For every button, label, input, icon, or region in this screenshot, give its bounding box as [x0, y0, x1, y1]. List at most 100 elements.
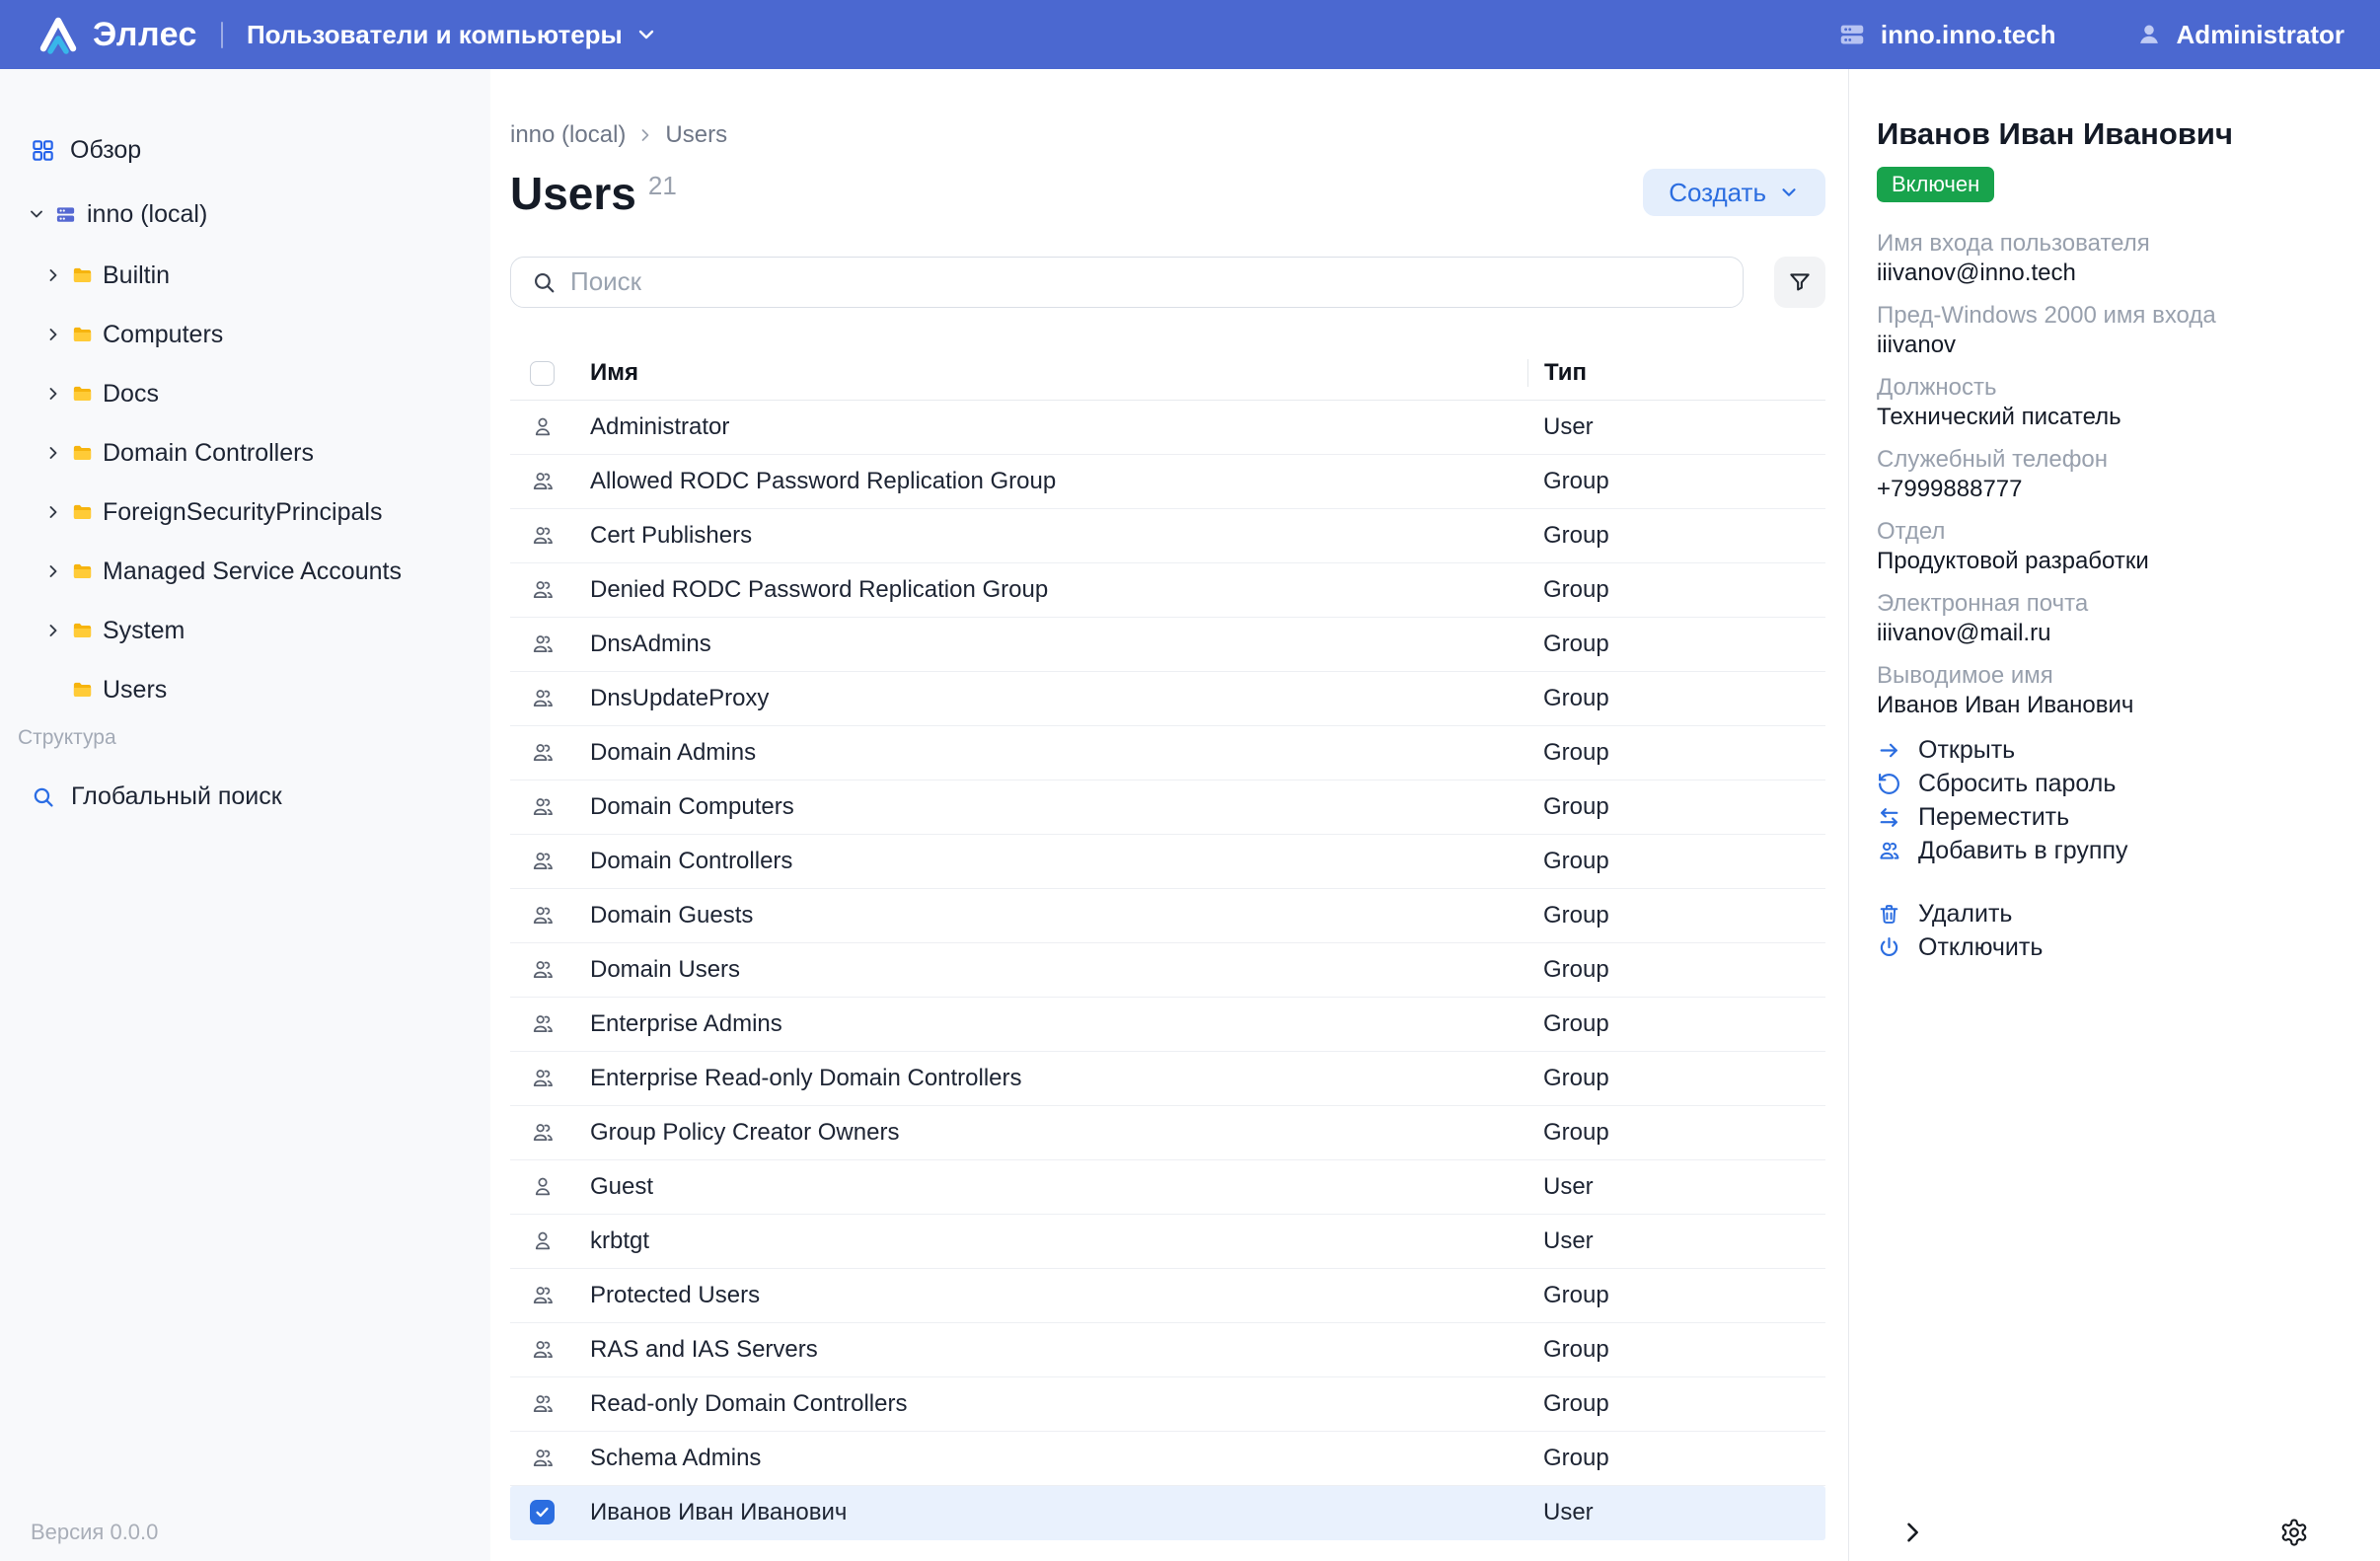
row-type: Group — [1527, 902, 1825, 929]
table-row[interactable]: Domain UsersGroup — [510, 943, 1825, 998]
row-name: Protected Users — [590, 1282, 1527, 1309]
logo-icon — [36, 14, 81, 55]
action-label: Переместить — [1918, 803, 2069, 832]
sidebar: Обзор inno (local) BuiltinComputersDocsD… — [0, 69, 490, 1561]
sidebar-section-label: Структура — [18, 725, 490, 751]
tree-item-domain-controllers[interactable]: Domain Controllers — [0, 423, 490, 483]
group-icon — [530, 1283, 556, 1308]
row-name: Domain Users — [590, 956, 1527, 984]
action-reset-password[interactable]: Сбросить пароль — [1877, 767, 2341, 800]
table-row[interactable]: DnsUpdateProxyGroup — [510, 672, 1825, 726]
row-name: Иванов Иван Иванович — [590, 1499, 1527, 1526]
breadcrumb-item[interactable]: inno (local) — [510, 121, 626, 149]
row-type: Group — [1527, 848, 1825, 875]
folder-icon — [71, 620, 94, 642]
table-row[interactable]: Domain ComputersGroup — [510, 780, 1825, 835]
table-row[interactable]: Schema AdminsGroup — [510, 1432, 1825, 1486]
rotate-ccw-icon — [1877, 772, 1901, 796]
row-name: Read-only Domain Controllers — [590, 1390, 1527, 1418]
row-type: Group — [1527, 1445, 1825, 1472]
folder-icon — [71, 324, 94, 346]
row-name: DnsAdmins — [590, 631, 1527, 658]
module-dropdown[interactable]: Пользователи и компьютеры — [247, 20, 658, 50]
row-checkbox-checked[interactable] — [530, 1500, 555, 1524]
row-type: Group — [1527, 956, 1825, 984]
folder-icon — [71, 383, 94, 406]
select-all-checkbox[interactable] — [530, 361, 555, 386]
search-box[interactable] — [510, 257, 1744, 308]
table-row[interactable]: Allowed RODC Password Replication GroupG… — [510, 455, 1825, 509]
tree-item-docs[interactable]: Docs — [0, 364, 490, 423]
table-row[interactable]: DnsAdminsGroup — [510, 618, 1825, 672]
chevron-right-icon — [43, 384, 63, 404]
action-add-to-group[interactable]: Добавить в группу — [1877, 834, 2341, 867]
search-input[interactable] — [570, 266, 1723, 297]
action-open[interactable]: Открыть — [1877, 733, 2341, 767]
table-row[interactable]: Иванов Иван ИвановичUser — [510, 1486, 1825, 1540]
table-row[interactable]: Domain AdminsGroup — [510, 726, 1825, 780]
table-row[interactable]: Domain GuestsGroup — [510, 889, 1825, 943]
action-disable[interactable]: Отключить — [1877, 930, 2341, 964]
settings-button[interactable] — [2279, 1518, 2309, 1547]
page-title: Users — [510, 169, 636, 219]
chevron-right-icon — [43, 502, 63, 522]
funnel-icon — [1787, 269, 1813, 295]
field-label: Имя входа пользователя — [1877, 229, 2341, 259]
table-row[interactable]: Denied RODC Password Replication GroupGr… — [510, 563, 1825, 618]
sidebar-item-global-search[interactable]: Глобальный поиск — [31, 777, 490, 816]
tree-item-foreignsecurityprincipals[interactable]: ForeignSecurityPrincipals — [0, 483, 490, 542]
table-row[interactable]: Protected UsersGroup — [510, 1269, 1825, 1323]
server-icon — [1837, 20, 1867, 49]
group-icon — [530, 686, 556, 711]
app: Эллес Пользователи и компьютеры inno.in — [0, 0, 2380, 1561]
field-label: Выводимое имя — [1877, 661, 2341, 691]
tree-item-root[interactable]: inno (local) — [27, 194, 490, 234]
person-icon — [2135, 21, 2163, 48]
tree-item-builtin[interactable]: Builtin — [0, 246, 490, 305]
row-type: Group — [1527, 793, 1825, 821]
row-name: DnsUpdateProxy — [590, 685, 1527, 712]
group-icon — [530, 632, 556, 657]
row-name: Enterprise Admins — [590, 1010, 1527, 1038]
table-row[interactable]: AdministratorUser — [510, 401, 1825, 455]
field-label: Электронная почта — [1877, 589, 2341, 619]
user-label: Administrator — [2177, 20, 2344, 50]
breadcrumb-item[interactable]: Users — [665, 121, 727, 149]
table-row[interactable]: Enterprise AdminsGroup — [510, 998, 1825, 1052]
table-row[interactable]: krbtgtUser — [510, 1215, 1825, 1269]
column-header-name[interactable]: Имя — [590, 359, 1527, 387]
logo[interactable]: Эллес — [36, 14, 197, 55]
table-row[interactable]: Read-only Domain ControllersGroup — [510, 1377, 1825, 1432]
user-icon — [530, 414, 556, 440]
table-row[interactable]: Group Policy Creator OwnersGroup — [510, 1106, 1825, 1160]
row-type: Group — [1527, 1065, 1825, 1092]
table-row[interactable]: Domain ControllersGroup — [510, 835, 1825, 889]
tree-item-label: Managed Service Accounts — [103, 558, 402, 586]
title-row: Users 21 Создать — [510, 169, 1825, 219]
tree-item-system[interactable]: System — [0, 601, 490, 660]
create-button[interactable]: Создать — [1643, 169, 1825, 216]
table-row[interactable]: Cert PublishersGroup — [510, 509, 1825, 563]
tree-item-users[interactable]: Users — [0, 660, 490, 719]
domain-indicator[interactable]: inno.inno.tech — [1837, 20, 2056, 50]
action-delete[interactable]: Удалить — [1877, 897, 2341, 930]
chevron-down-icon[interactable] — [27, 204, 46, 224]
table-row[interactable]: GuestUser — [510, 1160, 1825, 1215]
row-type: User — [1527, 1227, 1825, 1255]
group-icon — [530, 469, 556, 494]
item-count: 21 — [648, 171, 677, 201]
content: Обзор inno (local) BuiltinComputersDocsD… — [0, 69, 2380, 1561]
sidebar-item-overview[interactable]: Обзор — [31, 130, 490, 170]
tree-item-computers[interactable]: Computers — [0, 305, 490, 364]
table-row[interactable]: Enterprise Read-only Domain ControllersG… — [510, 1052, 1825, 1106]
action-move[interactable]: Переместить — [1877, 800, 2341, 834]
row-name: Cert Publishers — [590, 522, 1527, 550]
group-icon — [530, 1337, 556, 1363]
tree-item-managed-service-accounts[interactable]: Managed Service Accounts — [0, 542, 490, 601]
table-row[interactable]: RAS and IAS ServersGroup — [510, 1323, 1825, 1377]
filter-button[interactable] — [1774, 257, 1825, 308]
column-header-type[interactable]: Тип — [1527, 359, 1825, 387]
collapse-panel-button[interactable] — [1898, 1519, 1926, 1546]
details-footer — [1849, 1518, 2380, 1547]
user-menu[interactable]: Administrator — [2135, 20, 2344, 50]
